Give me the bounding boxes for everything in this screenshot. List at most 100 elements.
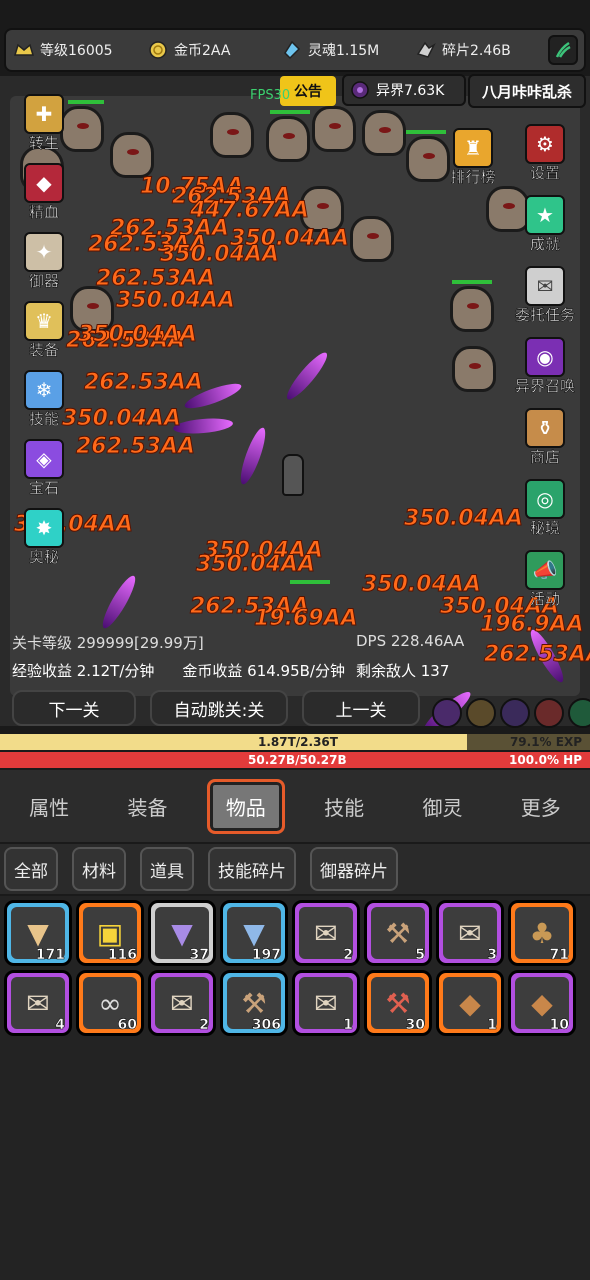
- inventory-slot[interactable]: ▼ 197: [220, 900, 288, 966]
- inventory-slot[interactable]: ◆ 1: [436, 970, 504, 1036]
- inventory-slot[interactable]: ▼ 37: [148, 900, 216, 966]
- item-count: 71: [549, 947, 569, 964]
- item-count: 3: [487, 947, 497, 964]
- otherworld-orb-icon: [351, 81, 369, 99]
- menu-settings[interactable]: ⚙ 设置: [525, 124, 565, 183]
- leaderboard-group: ♜ 排行榜: [440, 128, 506, 187]
- enemy-hp-bar: [452, 280, 492, 284]
- menu-event[interactable]: 📣 活动: [525, 550, 565, 609]
- blood-icon: ◆: [24, 163, 64, 203]
- inventory-slot[interactable]: ⚒ 306: [220, 970, 288, 1036]
- item-count: 197: [251, 947, 282, 964]
- inventory-slot[interactable]: ▼ 171: [4, 900, 72, 966]
- summon-icon: ◉: [524, 337, 565, 377]
- claw-menu-button[interactable]: [548, 35, 578, 65]
- event-banner-button[interactable]: 八月咔咔乱杀: [468, 74, 586, 108]
- inventory-slot[interactable]: ◆ 10: [508, 970, 576, 1036]
- item-count: 306: [251, 1017, 282, 1034]
- menu-secret-realm[interactable]: ◎ 秘境: [525, 479, 565, 538]
- hp-bar-text: 50.27B/50.27B: [248, 753, 347, 767]
- menu-summon[interactable]: ◉ 异界召唤: [515, 337, 575, 396]
- menu-equipment[interactable]: ♛ 装备: [24, 301, 64, 360]
- filter-all[interactable]: 全部: [4, 847, 58, 891]
- item-count: 2: [343, 947, 353, 964]
- menu-achievement[interactable]: ★ 成就: [525, 195, 565, 254]
- inventory-slot[interactable]: ⚒ 30: [364, 970, 432, 1036]
- gold-coin-icon: [146, 38, 170, 62]
- item-count: 37: [189, 947, 209, 964]
- damage-number: 350.04AA: [78, 322, 198, 348]
- gold-income: 金币收益 614.95B/分钟: [182, 662, 345, 680]
- item-count: 116: [107, 947, 138, 964]
- inventory-slot[interactable]: ⚒ 5: [364, 900, 432, 966]
- menu-skill[interactable]: ❄ 技能: [24, 370, 64, 429]
- menu-shop[interactable]: ⚱ 商店: [525, 408, 565, 467]
- claw-icon: [555, 41, 571, 58]
- player-hero: [282, 454, 304, 496]
- rock-enemy: [452, 346, 496, 392]
- quick-skill-bar: [432, 698, 590, 728]
- artifact-icon: ✦: [24, 232, 64, 272]
- filter-materials[interactable]: 材料: [72, 847, 126, 891]
- damage-number: 262.53AA: [76, 434, 196, 460]
- skill-slot-icon[interactable]: [534, 698, 564, 728]
- item-filters: 全部 材料 道具 技能碎片 御器碎片: [0, 844, 590, 894]
- damage-number: 350.04AA: [116, 288, 236, 314]
- hp-bar: 50.27B/50.27B 100.0% HP: [0, 752, 590, 768]
- fragment-icon: [414, 38, 438, 62]
- inventory-slot[interactable]: ▣ 116: [76, 900, 144, 966]
- soul-gem-icon: [280, 38, 304, 62]
- menu-rebirth[interactable]: ✚ 转生: [24, 94, 64, 153]
- stage-nav: 下一关 自动跳关:关 上一关: [12, 690, 420, 726]
- exp-bar-fill: [0, 734, 467, 750]
- skill-slot-icon[interactable]: [466, 698, 496, 728]
- gem-icon: ◈: [24, 439, 64, 479]
- rock-enemy: [450, 286, 494, 332]
- tab-skills[interactable]: 技能: [305, 782, 383, 831]
- damage-number: 262.53AA: [484, 642, 590, 668]
- inventory-slot[interactable]: ✉ 2: [148, 970, 216, 1036]
- right-side-menu: ⚙ 设置 ★ 成就 ✉ 委托任务 ◉ 异界召唤 ⚱ 商店 ◎ 秘境 📣 活动: [514, 124, 576, 609]
- tab-attributes[interactable]: 属性: [10, 782, 88, 831]
- next-stage-button[interactable]: 下一关: [12, 690, 136, 726]
- filter-artifact-fragments[interactable]: 御器碎片: [310, 847, 398, 891]
- menu-quest[interactable]: ✉ 委托任务: [515, 266, 575, 325]
- level-crown-icon: [12, 38, 36, 62]
- auto-jump-toggle[interactable]: 自动跳关:关: [150, 690, 288, 726]
- inventory-slot[interactable]: ✉ 4: [4, 970, 72, 1036]
- inventory-slot[interactable]: ✉ 2: [292, 900, 360, 966]
- filter-props[interactable]: 道具: [140, 847, 194, 891]
- rebirth-icon: ✚: [24, 94, 64, 134]
- resource-level: 等级16005: [12, 38, 140, 62]
- skill-slot-icon[interactable]: [568, 698, 590, 728]
- inventory-slot[interactable]: ✉ 1: [292, 970, 360, 1036]
- enemy-hp-bar: [290, 580, 330, 584]
- tab-more[interactable]: 更多: [502, 782, 580, 831]
- item-count: 4: [55, 1017, 65, 1034]
- tab-items[interactable]: 物品: [206, 778, 285, 834]
- exp-bar: 1.87T/2.36T 79.1% EXP: [0, 734, 590, 750]
- menu-blood[interactable]: ◆ 精血: [24, 163, 64, 222]
- rock-enemy: [266, 116, 310, 162]
- resource-fragment: 碎片2.46B: [414, 38, 542, 62]
- income-stats: 经验收益 2.12T/分钟 金币收益 614.95B/分钟: [12, 660, 345, 681]
- inventory-slot[interactable]: ∞ 60: [76, 970, 144, 1036]
- filter-skill-fragments[interactable]: 技能碎片: [208, 847, 296, 891]
- rock-enemy: [350, 216, 394, 262]
- menu-leaderboard[interactable]: ♜ 排行榜: [450, 128, 496, 187]
- inventory-slot[interactable]: ✉ 3: [436, 900, 504, 966]
- prev-stage-button[interactable]: 上一关: [302, 690, 420, 726]
- resource-gold: 金币2AA: [146, 38, 274, 62]
- exp-bar-text: 1.87T/2.36T: [258, 735, 338, 749]
- rock-enemy: [312, 106, 356, 152]
- tab-spirits[interactable]: 御灵: [403, 782, 481, 831]
- left-side-menu: ✚ 转生 ◆ 精血 ✦ 御器 ♛ 装备 ❄ 技能 ◈ 宝石 ✸ 奥秘: [14, 94, 74, 567]
- tab-equipment[interactable]: 装备: [108, 782, 186, 831]
- inventory-slot[interactable]: ♣ 71: [508, 900, 576, 966]
- menu-arcane[interactable]: ✸ 奥秘: [24, 508, 64, 567]
- skill-slot-icon[interactable]: [500, 698, 530, 728]
- menu-gem[interactable]: ◈ 宝石: [24, 439, 64, 498]
- skill-slot-icon[interactable]: [432, 698, 462, 728]
- menu-artifact[interactable]: ✦ 御器: [24, 232, 64, 291]
- otherworld-currency[interactable]: 异界7.63K: [342, 74, 466, 106]
